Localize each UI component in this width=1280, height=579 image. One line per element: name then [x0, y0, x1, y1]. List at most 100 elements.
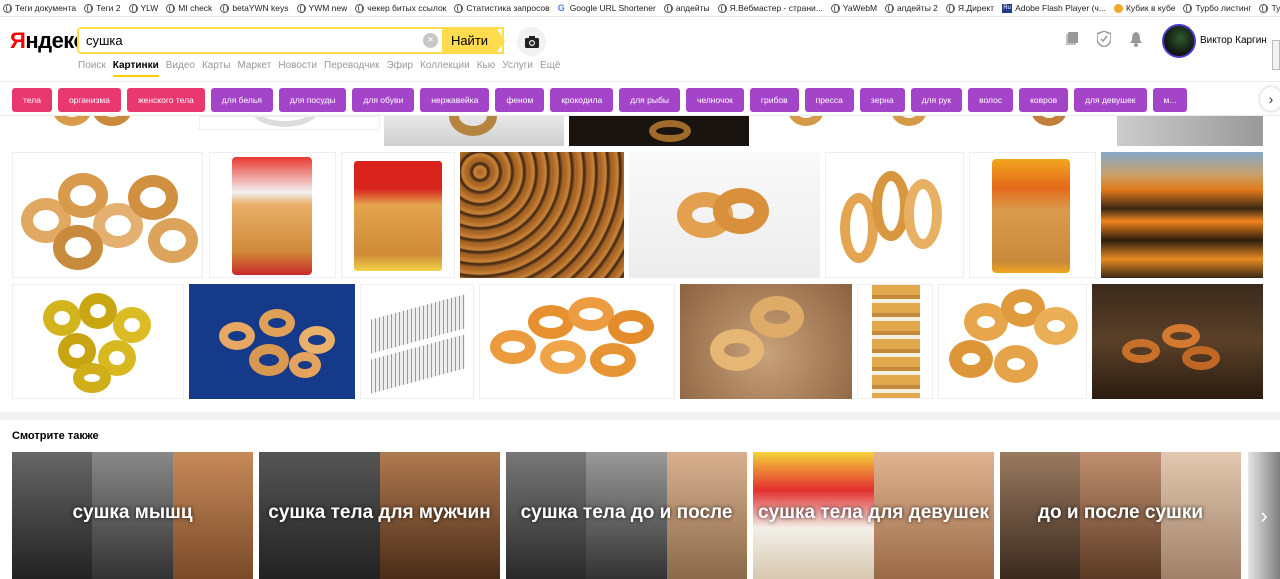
- nav-item[interactable]: Карты: [202, 60, 231, 77]
- bookmark-item[interactable]: Теги 2: [84, 3, 121, 13]
- bookmark-item[interactable]: Турбо: [1259, 3, 1280, 13]
- image-thumbnail[interactable]: [189, 284, 355, 399]
- image-thumbnail[interactable]: [825, 152, 964, 278]
- related-query-chip[interactable]: м...: [1152, 88, 1188, 112]
- bookmark-item[interactable]: Ru Adobe Flash Player (ч...: [1002, 3, 1106, 13]
- image-thumbnail[interactable]: [866, 116, 987, 130]
- bookmark-item[interactable]: betaYWN keys: [220, 3, 289, 13]
- image-thumbnail[interactable]: [991, 116, 1113, 130]
- see-also-card[interactable]: сушка тела до и после: [506, 452, 747, 579]
- globe-icon: [1183, 3, 1193, 13]
- bookmark-item[interactable]: YaWebM: [830, 3, 877, 13]
- related-query-chip[interactable]: челночок: [685, 88, 744, 112]
- bookmark-item[interactable]: Теги документа: [3, 3, 76, 13]
- image-thumbnail[interactable]: [360, 284, 474, 399]
- related-query-chip[interactable]: организма: [57, 88, 121, 112]
- bookmark-label: Теги 2: [96, 3, 121, 13]
- bookmark-item[interactable]: YWM new: [296, 3, 348, 13]
- image-thumbnail[interactable]: [629, 152, 820, 278]
- nav-item[interactable]: Маркет: [237, 60, 271, 77]
- image-thumbnail[interactable]: [1117, 116, 1263, 146]
- related-query-chip[interactable]: нержавейка: [420, 88, 490, 112]
- bookmark-item[interactable]: Я.Вебмастер - страни...: [717, 3, 823, 13]
- bell-icon[interactable]: [1128, 31, 1144, 47]
- image-thumbnail[interactable]: [938, 284, 1087, 399]
- related-query-chip[interactable]: для белья: [210, 88, 273, 112]
- related-query-chip[interactable]: волос: [968, 88, 1014, 112]
- nav-item[interactable]: Картинки: [112, 60, 159, 77]
- image-thumbnail[interactable]: [384, 116, 564, 146]
- related-query-chip[interactable]: крокодила: [550, 88, 614, 112]
- see-also-card[interactable]: сушка тела для девушек: [753, 452, 994, 579]
- search-input[interactable]: [79, 29, 409, 52]
- image-thumbnail[interactable]: [199, 116, 380, 130]
- image-thumbnail[interactable]: [12, 152, 203, 278]
- see-also-card[interactable]: сушка тела для мужчин: [259, 452, 500, 579]
- related-query-chip[interactable]: грибов: [749, 88, 799, 112]
- image-thumbnail[interactable]: [857, 284, 933, 399]
- bookmark-item[interactable]: апдейты: [663, 3, 710, 13]
- related-query-chip[interactable]: тела: [12, 88, 52, 112]
- nav-item[interactable]: Видео: [166, 60, 195, 77]
- chevron-right-icon[interactable]: ›: [1260, 87, 1280, 111]
- nav-item[interactable]: Переводчик: [324, 60, 379, 77]
- bookmark-item[interactable]: Кубик в кубе: [1113, 3, 1175, 13]
- related-query-chip[interactable]: зерна: [859, 88, 905, 112]
- nav-item[interactable]: Кью: [477, 60, 496, 77]
- image-thumbnail[interactable]: [1101, 152, 1263, 278]
- image-thumbnail[interactable]: [209, 152, 336, 278]
- see-also-card[interactable]: сушка мышц: [12, 452, 253, 579]
- bookmark-item[interactable]: MI check: [166, 3, 212, 13]
- related-query-chip[interactable]: феном: [495, 88, 545, 112]
- related-query-chip[interactable]: пресса: [804, 88, 854, 112]
- bookmark-label: апдейты: [675, 3, 710, 13]
- related-query-chip[interactable]: для рыбы: [619, 88, 680, 112]
- related-query-chip[interactable]: женского тела: [126, 88, 205, 112]
- related-query-chip[interactable]: для девушек: [1074, 88, 1147, 112]
- see-also-label: до и после сушки: [1037, 502, 1204, 523]
- image-thumbnail[interactable]: [680, 284, 852, 399]
- bookmark-label: YWM new: [308, 3, 348, 13]
- bookmark-item[interactable]: Статистика запросов: [454, 3, 550, 13]
- bookmark-item[interactable]: Турбо листинг: [1183, 3, 1251, 13]
- nav-item[interactable]: Новости: [278, 60, 317, 77]
- related-query-chip[interactable]: для рук: [910, 88, 963, 112]
- image-thumbnail[interactable]: [460, 152, 624, 278]
- scrollbar[interactable]: [1272, 40, 1280, 70]
- bookmark-item[interactable]: апдейты 2: [885, 3, 938, 13]
- avatar[interactable]: [1162, 24, 1196, 58]
- bookmark-label: Теги документа: [15, 3, 77, 13]
- user-name[interactable]: Виктор Каргин: [1200, 35, 1267, 46]
- image-thumbnail[interactable]: [12, 284, 184, 399]
- clear-icon[interactable]: ×: [423, 33, 438, 48]
- find-button[interactable]: Найти: [442, 27, 505, 54]
- nav-item[interactable]: Эфир: [386, 60, 413, 77]
- bookmark-item[interactable]: Я.Директ: [945, 3, 994, 13]
- image-thumbnail[interactable]: [341, 152, 455, 278]
- yandex-logo[interactable]: Яндекс: [10, 28, 86, 54]
- bookmark-label: Статистика запросов: [466, 3, 550, 13]
- shield-icon[interactable]: [1096, 31, 1112, 47]
- nav-item[interactable]: Поиск: [78, 60, 106, 77]
- globe-icon: [3, 3, 12, 13]
- nav-item[interactable]: Услуги: [502, 60, 533, 77]
- related-query-chip[interactable]: ковров: [1019, 88, 1069, 112]
- related-query-chip[interactable]: для посуды: [278, 88, 347, 112]
- image-thumbnail[interactable]: [569, 116, 749, 146]
- chevron-right-icon[interactable]: ›: [1248, 452, 1280, 579]
- related-query-chip[interactable]: для обуви: [352, 88, 415, 112]
- nav-item[interactable]: Ещё: [540, 60, 560, 77]
- image-thumbnail[interactable]: [1092, 284, 1263, 399]
- collections-icon[interactable]: [1064, 31, 1080, 47]
- see-also-card[interactable]: до и после сушки: [1000, 452, 1241, 579]
- image-thumbnail[interactable]: [12, 116, 195, 130]
- image-thumbnail[interactable]: [969, 152, 1096, 278]
- see-also-title: Смотрите также: [12, 430, 99, 442]
- camera-search-button[interactable]: [517, 27, 546, 56]
- nav-item[interactable]: Коллекции: [420, 60, 470, 77]
- bookmark-item[interactable]: чекер битых ссылок: [355, 3, 446, 13]
- image-thumbnail[interactable]: [753, 116, 862, 130]
- image-thumbnail[interactable]: [479, 284, 675, 399]
- bookmark-item[interactable]: YLW: [128, 3, 158, 13]
- bookmark-item[interactable]: G Google URL Shortener: [558, 3, 656, 13]
